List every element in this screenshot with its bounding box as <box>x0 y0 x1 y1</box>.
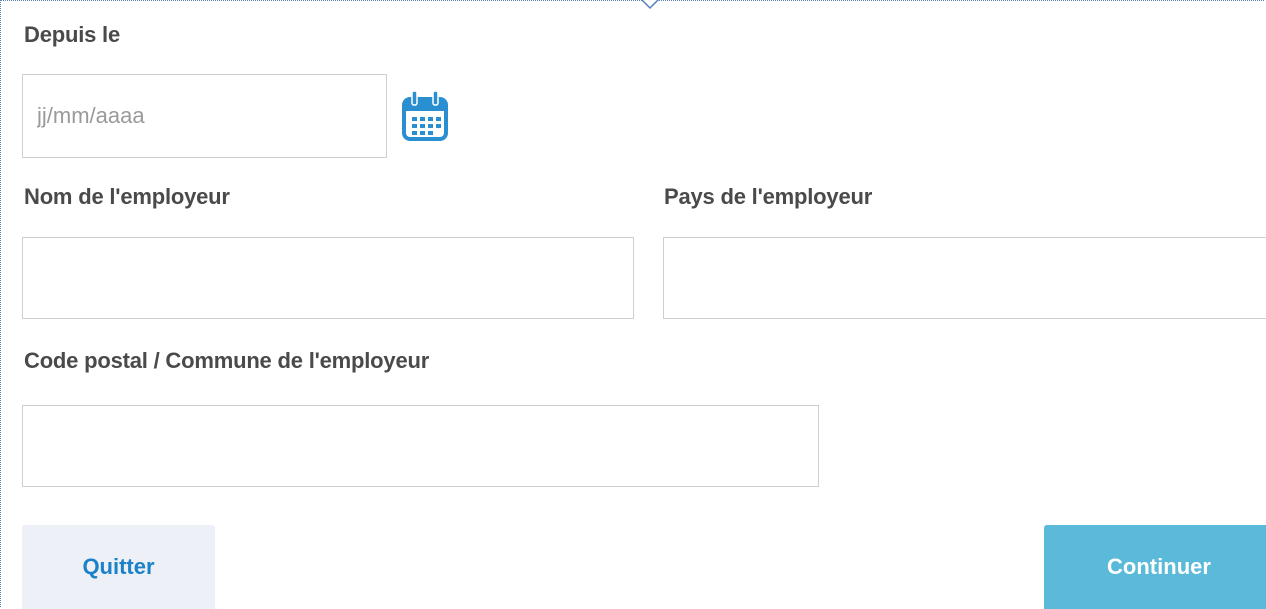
calendar-icon[interactable] <box>401 90 449 142</box>
employer-name-input[interactable] <box>22 237 634 319</box>
employer-postcode-label: Code postal / Commune de l'employeur <box>24 348 430 373</box>
frame-notch <box>640 0 660 10</box>
employer-country-input[interactable] <box>663 237 1266 319</box>
since-label: Depuis le <box>24 22 121 47</box>
since-date-input[interactable] <box>22 74 387 158</box>
employer-name-label: Nom de l'employeur <box>24 184 230 209</box>
employer-country-label: Pays de l'employeur <box>664 184 873 209</box>
employer-postcode-input[interactable] <box>22 405 819 487</box>
continue-button[interactable]: Continuer <box>1044 525 1266 609</box>
quit-button[interactable]: Quitter <box>22 525 215 609</box>
